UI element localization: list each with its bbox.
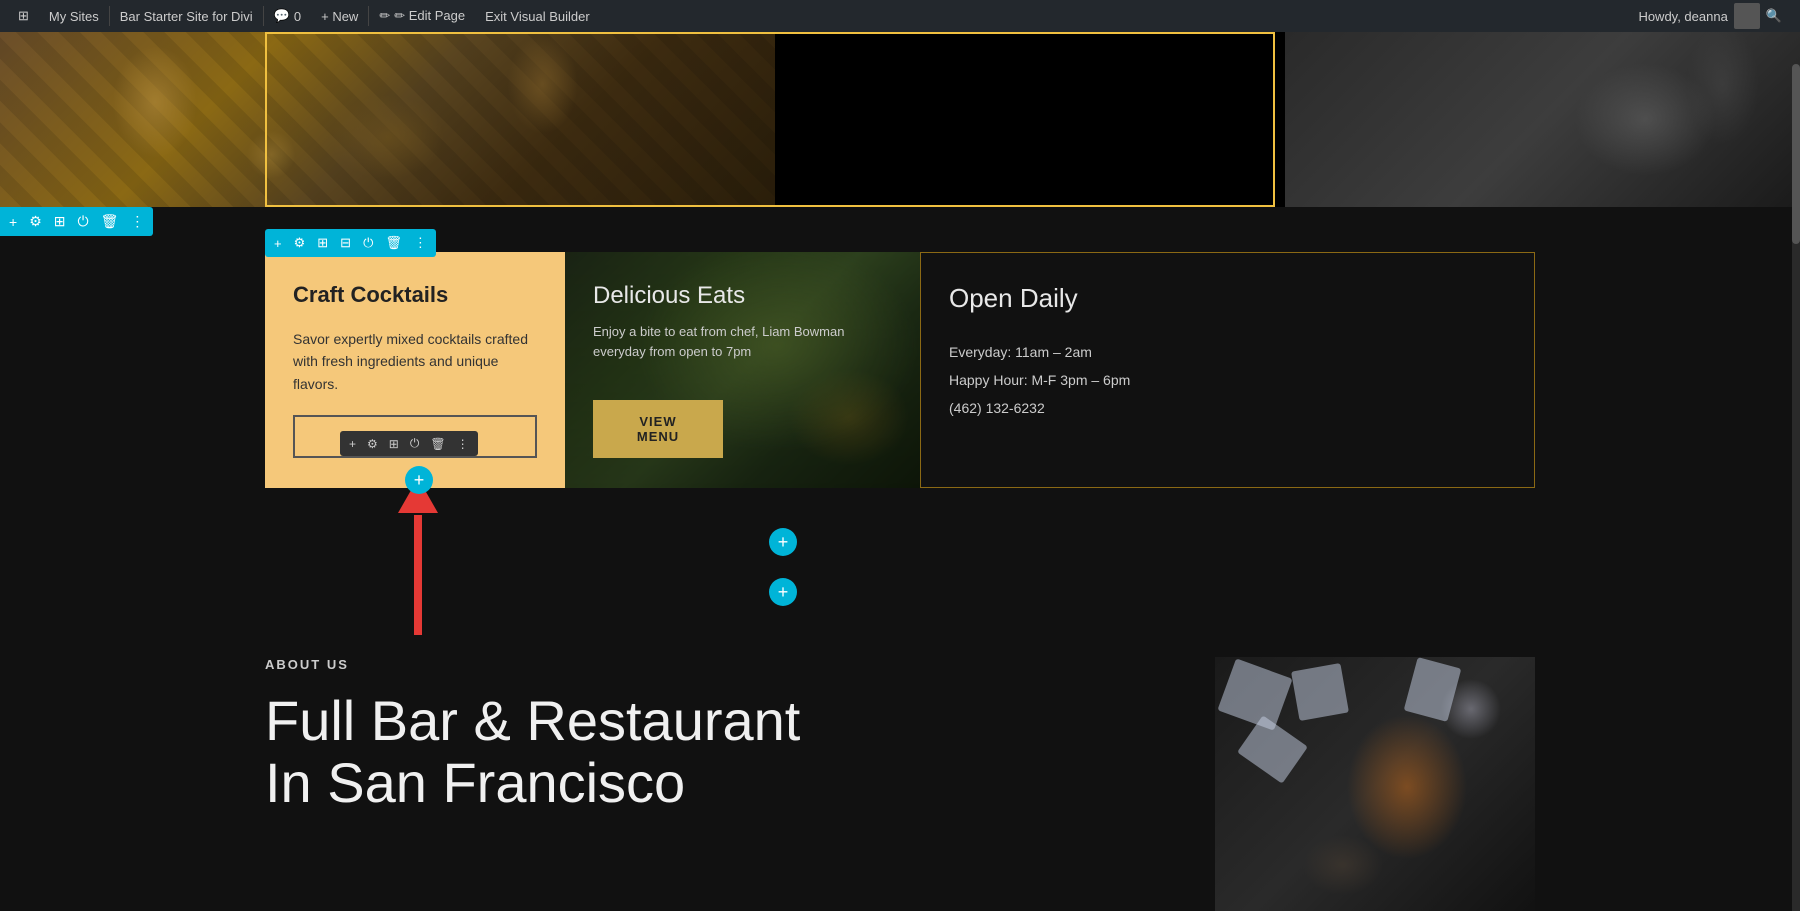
card-eats: Delicious Eats Enjoy a bite to eat from … (565, 252, 920, 488)
ice-cube-1 (1217, 658, 1292, 730)
row-toolbar: + ⚙ ⊞ ⊟ ⏻ 🗑 ⋮ (265, 229, 436, 257)
scrollbar-thumb[interactable] (1792, 64, 1800, 244)
search-icon[interactable]: 🔍 (1766, 8, 1782, 24)
edit-icon: ✏ (379, 8, 390, 24)
ice-cube-4 (1404, 657, 1462, 722)
open-daily-info: Everyday: 11am – 2am Happy Hour: M-F 3pm… (949, 338, 1506, 422)
admin-bar-right: Howdy, deanna 🔍 (1638, 3, 1792, 29)
about-label: ABOUT US (265, 657, 1175, 672)
section-delete-icon[interactable]: 🗑 (98, 211, 122, 232)
comments-count: 0 (294, 9, 301, 24)
about-title-line2: In San Francisco (265, 752, 1175, 814)
stone-texture (1285, 32, 1800, 207)
add-module-button-inline[interactable]: + (405, 466, 433, 494)
section-more-icon[interactable]: ⋮ (127, 211, 147, 232)
admin-bar: ⊞ My Sites Bar Starter Site for Divi 💬 0… (0, 0, 1800, 32)
plus-icon-row-2: + (778, 582, 789, 603)
avatar[interactable] (1734, 3, 1760, 29)
about-image (1215, 657, 1535, 911)
module-more-icon[interactable]: ⋮ (454, 435, 472, 453)
add-row-button-1[interactable]: + (769, 528, 797, 556)
arrow-indicator (398, 480, 438, 635)
section-toolbar: + ⚙ ⊞ ⏻ 🗑 ⋮ (0, 207, 153, 236)
module-add-icon[interactable]: + (346, 435, 359, 453)
cocktails-body: Savor expertly mixed cocktails crafted w… (293, 328, 537, 395)
row-more-icon[interactable]: ⋮ (411, 233, 430, 253)
hero-image-right (1285, 32, 1800, 207)
hero-image-center (775, 32, 1285, 207)
row-add-icon[interactable]: + (271, 234, 285, 253)
arrow-shaft (414, 515, 422, 635)
module-delete-icon[interactable]: 🗑 (427, 435, 448, 453)
view-menu-button[interactable]: VIEW MENU (593, 400, 723, 458)
edit-page-link[interactable]: ✏ ✏ Edit Page (369, 0, 475, 32)
my-sites-menu[interactable]: My Sites (39, 0, 109, 32)
exit-visual-builder-button[interactable]: Exit Visual Builder (475, 0, 600, 32)
module-settings-icon[interactable]: ⚙ (364, 435, 381, 453)
cocktails-title: Craft Cocktails (293, 282, 537, 308)
phone-number: (462) 132-6232 (949, 394, 1506, 422)
plus-icon-row-1: + (778, 532, 789, 553)
hours-line-1: Everyday: 11am – 2am (949, 338, 1506, 366)
row-settings-icon[interactable]: ⚙ (291, 233, 309, 253)
section-duplicate-icon[interactable]: ⊞ (51, 211, 69, 232)
hero-image-left (0, 32, 775, 207)
howdy-label: Howdy, deanna (1638, 9, 1727, 24)
open-daily-title: Open Daily (949, 283, 1506, 314)
eats-body: Enjoy a bite to eat from chef, Liam Bowm… (593, 322, 892, 361)
new-content-button[interactable]: + New (311, 0, 368, 32)
my-sites-label: My Sites (49, 9, 99, 24)
module-duplicate-icon[interactable]: ⊞ (386, 435, 402, 453)
row-delete-icon[interactable]: 🗑 (382, 233, 405, 253)
eats-title: Delicious Eats (593, 282, 892, 310)
site-name-link[interactable]: Bar Starter Site for Divi (110, 0, 263, 32)
add-row-button-2[interactable]: + (769, 578, 797, 606)
row-disable-icon[interactable]: ⏻ (360, 233, 376, 253)
main-page: + ⚙ ⊞ ⏻ 🗑 ⋮ + ⚙ ⊞ ⊟ ⏻ 🗑 ⋮ Craft Cocktail… (0, 32, 1800, 911)
gem-texture (0, 32, 775, 207)
plus-icon-inline: + (414, 470, 425, 491)
wordpress-logo[interactable]: ⊞ (8, 0, 39, 32)
section-settings-icon[interactable]: ⚙ (26, 211, 45, 232)
row-columns-icon[interactable]: ⊟ (337, 233, 354, 253)
module-toolbar: + ⚙ ⊞ ⏻ 🗑 ⋮ (340, 431, 478, 456)
edit-page-label: ✏ Edit Page (394, 8, 465, 24)
content-section: Craft Cocktails Savor expertly mixed coc… (0, 252, 1800, 488)
section-add-icon[interactable]: + (6, 212, 20, 232)
row-duplicate-icon[interactable]: ⊞ (314, 233, 331, 253)
hours-line-2: Happy Hour: M-F 3pm – 6pm (949, 366, 1506, 394)
about-title: Full Bar & Restaurant In San Francisco (265, 690, 1175, 813)
new-label: + New (321, 9, 358, 24)
comments-link[interactable]: 💬 0 (264, 0, 311, 32)
about-section: ABOUT US Full Bar & Restaurant In San Fr… (265, 657, 1535, 911)
hero-image-section (0, 32, 1800, 207)
ice-cube-3 (1237, 715, 1308, 783)
ice-cubes (1215, 657, 1535, 911)
module-disable-icon[interactable]: ⏻ (407, 434, 423, 453)
comment-icon: 💬 (274, 8, 290, 24)
card-open-daily: Open Daily Everyday: 11am – 2am Happy Ho… (920, 252, 1535, 488)
section-disable-icon[interactable]: ⏻ (74, 211, 91, 232)
about-text: ABOUT US Full Bar & Restaurant In San Fr… (265, 657, 1175, 813)
site-name-text: Bar Starter Site for Divi (120, 9, 253, 24)
exit-builder-label: Exit Visual Builder (485, 9, 590, 24)
about-title-line1: Full Bar & Restaurant (265, 690, 1175, 752)
wordpress-icon: ⊞ (18, 8, 29, 24)
ice-cube-2 (1291, 663, 1349, 721)
